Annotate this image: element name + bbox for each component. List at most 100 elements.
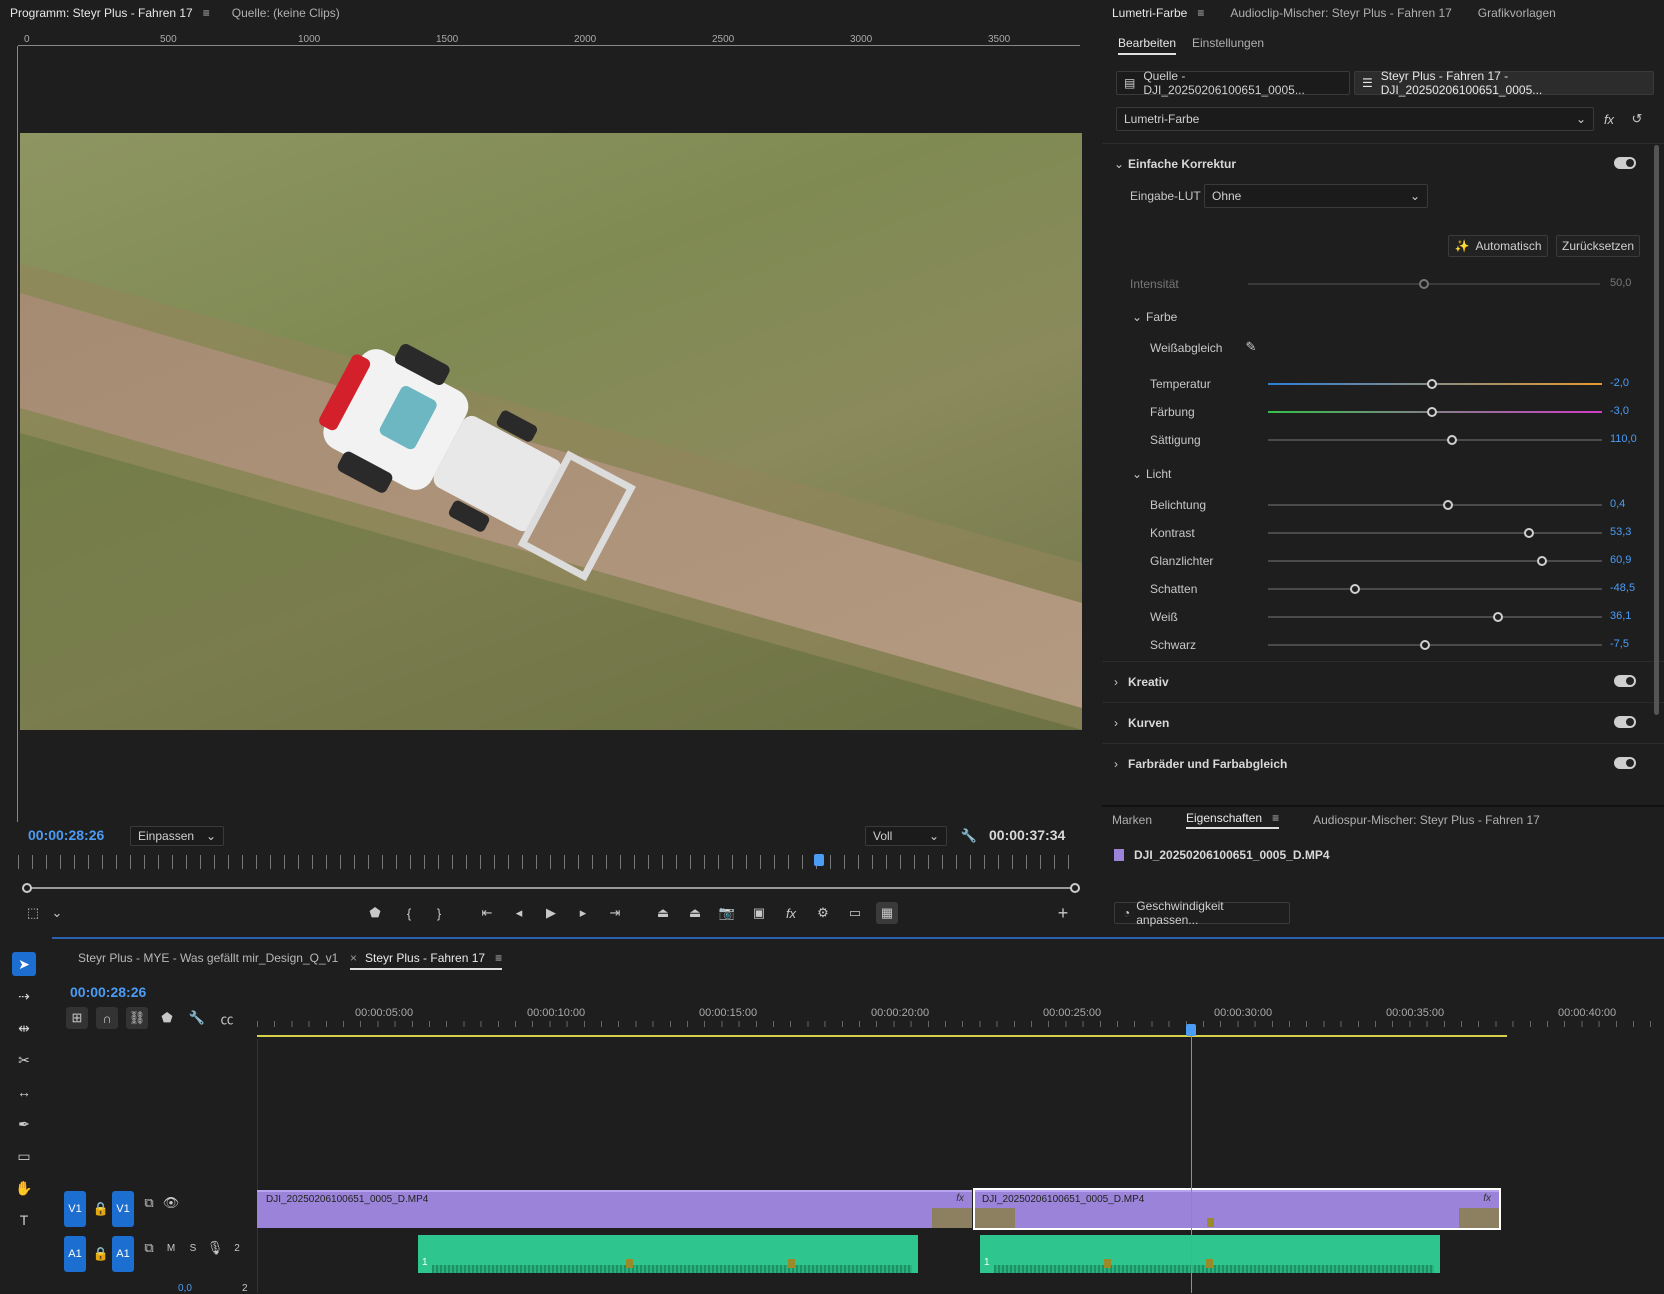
lock-icon[interactable]: 🔒 [90, 1243, 112, 1265]
reset-effect-icon[interactable]: ↺ [1626, 108, 1648, 130]
export-frame-camera-icon[interactable]: 📷 [716, 902, 738, 924]
insert-nest-icon[interactable]: ⊞ [66, 1007, 88, 1029]
rectangle-tool-icon[interactable]: ▭ [12, 1144, 36, 1168]
step-forward-icon[interactable]: ▸ [572, 902, 594, 924]
slider-knob[interactable] [1536, 556, 1547, 566]
adjustment-slider[interactable] [1268, 379, 1602, 389]
fx-toggle-icon[interactable]: fx [1598, 108, 1620, 130]
sync-lock-icon[interactable]: ⧉ [138, 1237, 160, 1259]
play-icon[interactable]: ▶ [540, 902, 562, 924]
mark-in-icon[interactable]: { [398, 902, 420, 924]
keyframe-marker[interactable] [1206, 1259, 1213, 1268]
section-basic-correction[interactable]: ⌄ Einfache Korrektur [1102, 143, 1664, 183]
pen-tool-icon[interactable]: ✒ [12, 1112, 36, 1136]
tab-sequence-inactive[interactable]: Steyr Plus - MYE - Was gefällt mir_Desig… [78, 951, 338, 965]
work-area-bar[interactable] [257, 1035, 1507, 1037]
intensity-slider[interactable] [1248, 279, 1600, 289]
audio-clip[interactable]: 1 [980, 1235, 1440, 1273]
source-patch-v1[interactable]: V1 [64, 1191, 86, 1227]
reset-button[interactable]: Zurücksetzen [1556, 235, 1640, 257]
section-creative[interactable]: › Kreativ [1102, 661, 1664, 701]
adjustment-slider[interactable] [1268, 435, 1602, 445]
eye-icon[interactable]: 👁 [160, 1192, 182, 1214]
tab-graphics-templates[interactable]: Grafikvorlagen [1478, 6, 1556, 20]
color-wheels-toggle[interactable] [1614, 757, 1636, 769]
slider-value[interactable]: 110,0 [1610, 433, 1637, 445]
slider-knob[interactable] [1426, 379, 1437, 389]
effect-select[interactable]: Lumetri-Farbe ⌄ [1116, 107, 1594, 131]
slider-knob[interactable] [1419, 640, 1430, 650]
slider-knob[interactable] [1443, 500, 1454, 510]
sync-lock-icon[interactable]: ⧉ [138, 1192, 160, 1214]
extract-icon[interactable]: ⏏ [684, 902, 706, 924]
safe-margins-icon[interactable]: ⬚ [22, 902, 44, 924]
adjustment-slider[interactable] [1268, 500, 1602, 510]
slider-value[interactable]: -2,0 [1610, 377, 1629, 389]
monitor-zoom-scrollbar[interactable] [26, 887, 1076, 889]
add-marker-icon[interactable]: ⬟ [156, 1007, 178, 1029]
input-lut-select[interactable]: Ohne ⌄ [1204, 184, 1428, 208]
timeline-timecode[interactable]: 00:00:28:26 [70, 984, 146, 1000]
track-target-a1[interactable]: A1 [112, 1236, 134, 1272]
slider-knob[interactable] [1349, 584, 1360, 594]
keyframe-marker[interactable] [1207, 1218, 1214, 1227]
scrollbar-handle-left[interactable] [22, 883, 32, 893]
slider-value[interactable]: -7,5 [1610, 638, 1629, 650]
slip-tool-icon[interactable]: ↔ [12, 1080, 36, 1104]
source-clip-tab[interactable]: ▤ Quelle - DJI_20250206100651_0005... [1116, 69, 1350, 97]
slider-value[interactable]: 53,3 [1610, 526, 1631, 538]
solo-button[interactable]: S [182, 1237, 204, 1259]
slider-knob[interactable] [1446, 435, 1457, 445]
subtab-settings[interactable]: Einstellungen [1192, 36, 1264, 50]
master-volume-value[interactable]: 0,0 [178, 1283, 192, 1294]
color-group-header[interactable]: ⌄ Farbe [1132, 310, 1177, 324]
adjustment-slider[interactable] [1268, 407, 1602, 417]
vr-video-icon[interactable]: ▭ [844, 902, 866, 924]
tab-source[interactable]: Quelle: (keine Clips) [232, 6, 340, 20]
step-back-icon[interactable]: ◂ [508, 902, 530, 924]
scrollbar-handle-right[interactable] [1070, 883, 1080, 893]
mute-button[interactable]: M [160, 1237, 182, 1259]
chevron-down-icon[interactable]: ⌄ [46, 902, 68, 924]
panel-menu-icon[interactable]: ≡ [1197, 6, 1204, 20]
slider-value[interactable]: 60,9 [1610, 554, 1631, 566]
comparison-view-icon[interactable]: ▣ [748, 902, 770, 924]
keyframe-marker[interactable] [1104, 1259, 1111, 1268]
creative-toggle[interactable] [1614, 675, 1636, 687]
fx-icon[interactable]: fx [780, 902, 802, 924]
track-target-v1[interactable]: V1 [112, 1191, 134, 1227]
keyframe-marker[interactable] [788, 1259, 795, 1268]
slider-value[interactable]: 0,4 [1610, 498, 1625, 510]
timeline-ruler[interactable]: 00:00:05:00 00:00:10:00 00:00:15:00 00:0… [257, 999, 1664, 1027]
go-to-in-icon[interactable]: ⇤ [476, 902, 498, 924]
tab-audioclip-mixer[interactable]: Audioclip-Mischer: Steyr Plus - Fahren 1… [1230, 6, 1451, 20]
slider-knob[interactable] [1493, 612, 1504, 622]
ripple-edit-tool-icon[interactable]: ⇹ [12, 1016, 36, 1040]
video-clip[interactable]: DJI_20250206100651_0005_D.MP4 fx [257, 1190, 972, 1228]
tab-lumetri[interactable]: Lumetri-Farbe ≡ [1112, 6, 1204, 20]
close-icon[interactable]: × [350, 951, 357, 965]
adjustment-slider[interactable] [1268, 528, 1602, 538]
quality-select[interactable]: Voll ⌄ [865, 826, 947, 846]
timeline-playhead-line[interactable] [1191, 1035, 1192, 1293]
tab-program[interactable]: Programm: Steyr Plus - Fahren 17 ≡ [10, 6, 210, 20]
sequence-clip-tab[interactable]: ☰ Steyr Plus - Fahren 17 - DJI_2025020610… [1354, 69, 1654, 97]
panel-menu-icon[interactable]: ≡ [203, 6, 210, 20]
tab-sequence-active[interactable]: × Steyr Plus - Fahren 17 ≡ [350, 951, 503, 970]
section-curves[interactable]: › Kurven [1102, 702, 1664, 742]
slider-value[interactable]: -48,5 [1610, 582, 1635, 594]
monitor-time-ruler[interactable] [18, 855, 1080, 869]
adjustment-slider[interactable] [1268, 640, 1602, 650]
video-frame[interactable] [20, 133, 1082, 730]
lumetri-scrollbar[interactable] [1654, 145, 1659, 715]
track-select-tool-icon[interactable]: ⇢ [12, 984, 36, 1008]
microphone-icon[interactable]: 🎙 [204, 1237, 226, 1259]
hand-tool-icon[interactable]: ✋ [12, 1176, 36, 1200]
monitor-playhead[interactable] [814, 854, 824, 866]
video-clip-selected[interactable]: DJI_20250206100651_0005_D.MP4 fx [973, 1188, 1501, 1230]
tab-properties[interactable]: Eigenschaften ≡ [1186, 811, 1280, 829]
razor-tool-icon[interactable]: ✂ [12, 1048, 36, 1072]
auto-button[interactable]: ✨ Automatisch [1448, 235, 1548, 257]
proxy-toggle-icon[interactable]: ⚙ [812, 902, 834, 924]
add-marker-icon[interactable]: ⬟ [364, 902, 386, 924]
